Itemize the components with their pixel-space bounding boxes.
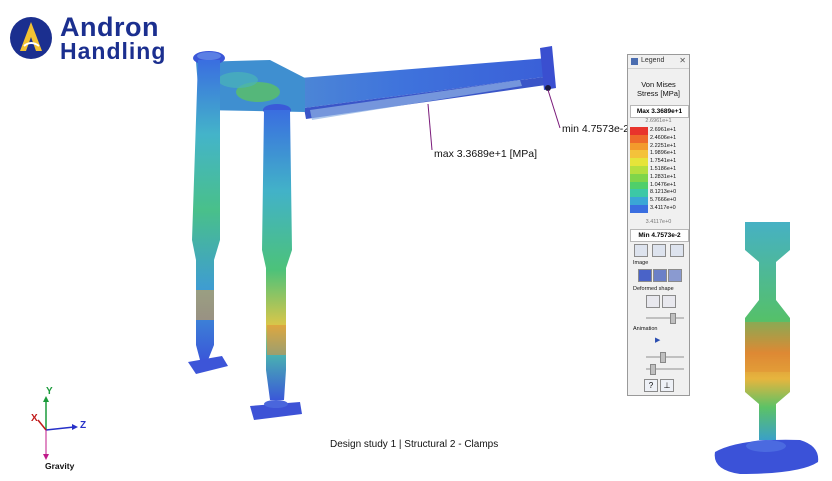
legend-scale-value: 3.4117e+0 (650, 204, 676, 211)
legend-swatch (630, 181, 648, 190)
help-button[interactable]: ? (644, 379, 658, 392)
legend-scale-row: 5.7666e+0 (630, 197, 687, 205)
min-leader-line (547, 89, 561, 129)
axis-z-label: Z (80, 420, 87, 431)
legend-window-title: Legend (641, 57, 665, 64)
lock-icon[interactable] (652, 244, 666, 257)
legend-scale-row: 2.2251e+1 (630, 142, 687, 151)
legend-scale-value: 8.1213e+0 (650, 189, 677, 196)
crane-model (188, 46, 819, 474)
legend-scale-row: 1.5186e+1 (630, 165, 687, 174)
deform-scale-slider[interactable] (646, 317, 684, 319)
legend-scale-row: 2.4606e+1 (630, 134, 687, 143)
max-leader-line (427, 103, 433, 151)
axis-y-label: Y (46, 386, 53, 397)
image-style-3-icon[interactable] (668, 269, 682, 282)
legend-swatch (630, 142, 648, 151)
legend-swatch (630, 165, 648, 174)
legend-panel[interactable]: Legend ✕ Von Mises Stress [MPa] Max 3.36… (627, 54, 690, 396)
max-stress-label: max 3.3689e+1 [MPa] (434, 148, 538, 160)
legend-swatch (630, 134, 648, 143)
section-deformed-label: Deformed shape (633, 286, 674, 292)
deform-on-icon[interactable] (662, 295, 676, 308)
image-style-1-icon[interactable] (638, 269, 652, 282)
legend-swatch (630, 158, 648, 166)
legend-swatch (630, 197, 648, 205)
legend-min-value: Min 4.7573e-2 (630, 229, 689, 242)
play-icon[interactable]: ▶ (655, 336, 660, 344)
section-animation-label: Animation (633, 326, 658, 332)
legend-scale-row: 1.2831e+1 (630, 173, 687, 182)
gravity-label: Gravity (45, 461, 75, 471)
axis-x-label: X (31, 413, 38, 424)
legend-scale-value: 1.9896e+1 (650, 150, 677, 157)
legend-quantity-line1: Von Mises (641, 80, 676, 89)
legend-scale-value: 2.2251e+1 (650, 142, 677, 149)
legend-scale-value: 1.2831e+1 (650, 173, 677, 180)
legend-swatch (630, 173, 648, 182)
legend-top-value: 2.6961e+1 (645, 118, 672, 124)
graph-icon[interactable] (670, 244, 684, 257)
legend-quantity-line2: Stress [MPa] (637, 89, 680, 98)
fea-viewport[interactable] (0, 0, 832, 481)
legend-scale-row: 1.7541e+1 (630, 158, 687, 166)
animation-frames-thumb[interactable] (650, 364, 656, 375)
legend-titlebar[interactable]: Legend ✕ (628, 55, 689, 69)
legend-bottom-value: 3.4117e+0 (645, 219, 672, 225)
deform-scale-thumb[interactable] (670, 313, 676, 324)
legend-scale-value: 2.6961e+1 (650, 127, 677, 133)
legend-scale-row: 8.1213e+0 (630, 189, 687, 198)
legend-scale-value: 1.5186e+1 (650, 165, 677, 172)
legend-scale-row: 1.9896e+1 (630, 150, 687, 159)
logo-name-line2: Handling (60, 38, 167, 64)
legend-scale-value: 1.0476e+1 (650, 181, 677, 188)
legend-app-icon (631, 58, 638, 65)
legend-swatch (630, 204, 648, 213)
legend-swatch (630, 189, 648, 198)
design-study-title: Design study 1 | Structural 2 - Clamps (330, 439, 499, 450)
legend-scale-value: 2.4606e+1 (650, 134, 677, 141)
legend-max-value: Max 3.3689e+1 (630, 105, 689, 118)
close-icon[interactable]: ✕ (679, 56, 686, 65)
animation-speed-thumb[interactable] (660, 352, 666, 363)
pin-button[interactable]: ⊥ (660, 379, 674, 392)
min-stress-label: min 4.7573e-2 (562, 123, 630, 135)
legend-swatch (630, 127, 648, 135)
zoom-detail (714, 222, 819, 474)
legend-scale-value: 5.7666e+0 (650, 197, 677, 204)
legend-scale-row: 2.6961e+1 (630, 127, 687, 135)
legend-color-scale: 2.6961e+1 2.4606e+1 2.2251e+1 1.9896e+1 1.75… (630, 127, 687, 213)
legend-scale-value: 1.7541e+1 (650, 158, 677, 165)
legend-scale-row: 1.0476e+1 (630, 181, 687, 190)
legend-quantity: Von Mises Stress [MPa] (628, 80, 689, 98)
axis-triad (37, 396, 78, 460)
deform-off-icon[interactable] (646, 295, 660, 308)
legend-swatch (630, 150, 648, 159)
image-style-2-icon[interactable] (653, 269, 667, 282)
ruler-icon[interactable] (634, 244, 648, 257)
section-image-label: Image (633, 260, 649, 266)
andron-logo-icon (10, 17, 52, 59)
legend-scale-row: 3.4117e+0 (630, 204, 687, 213)
